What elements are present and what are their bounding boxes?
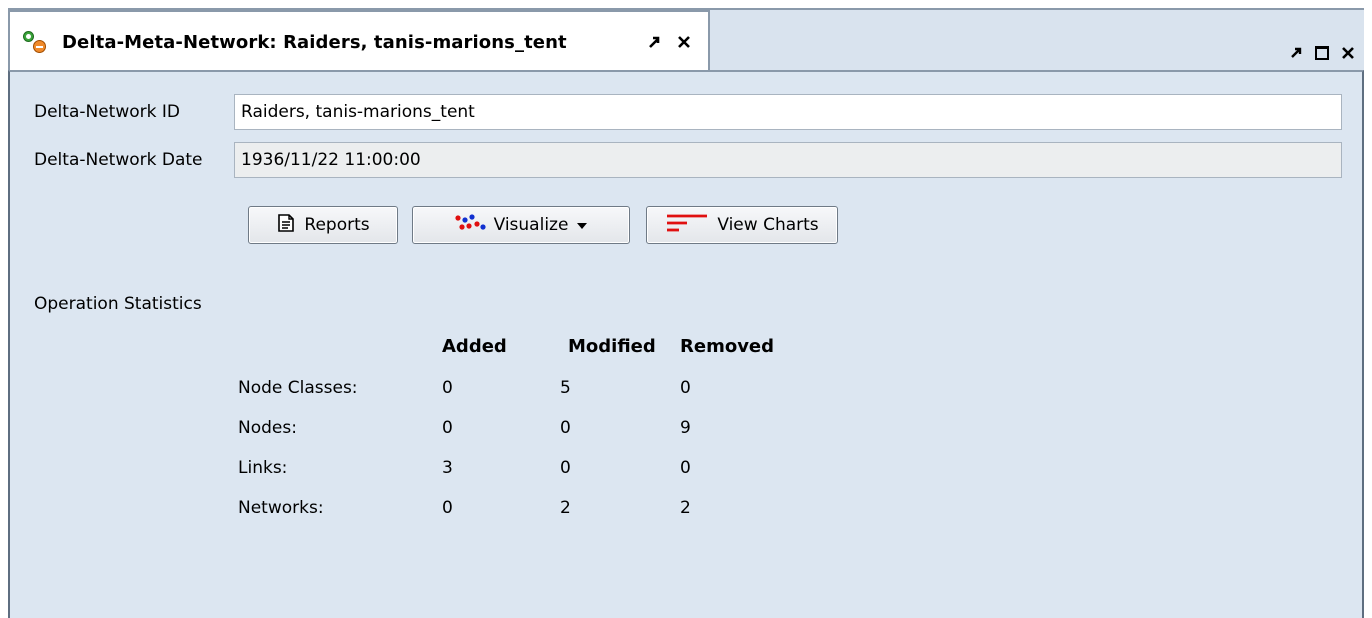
nodes-removed: 9 xyxy=(680,418,691,438)
node-classes-added: 0 xyxy=(442,378,453,398)
node-classes-removed: 0 xyxy=(680,378,691,398)
tab-delta-meta-network[interactable]: Delta-Meta-Network: Raiders, tanis-mario… xyxy=(8,10,710,72)
column-header-removed: Removed xyxy=(680,336,775,357)
visualize-label: Visualize xyxy=(493,215,569,235)
delta-network-id-label: Delta-Network ID xyxy=(34,102,180,122)
networks-added: 0 xyxy=(442,498,453,518)
networks-modified: 2 xyxy=(560,498,571,518)
row-label-node-classes: Node Classes: xyxy=(238,378,358,398)
chevron-down-icon xyxy=(576,215,588,235)
editor-window: Delta-Meta-Network: Raiders, tanis-mario… xyxy=(8,8,1364,618)
float-icon[interactable] xyxy=(1286,42,1306,64)
node-classes-modified: 5 xyxy=(560,378,571,398)
report-icon xyxy=(276,213,296,238)
reports-label: Reports xyxy=(304,215,370,235)
delta-network-date-field[interactable]: 1936/11/22 11:00:00 xyxy=(234,142,1342,178)
operation-statistics-label: Operation Statistics xyxy=(34,294,202,314)
column-header-modified: Modified xyxy=(568,336,656,357)
networks-removed: 2 xyxy=(680,498,691,518)
visualize-icon xyxy=(454,213,486,237)
reports-button[interactable]: Reports xyxy=(248,206,398,244)
close-icon[interactable] xyxy=(674,31,694,53)
tab-strip: Delta-Meta-Network: Raiders, tanis-mario… xyxy=(8,8,1364,72)
view-charts-label: View Charts xyxy=(717,215,819,235)
chart-icon xyxy=(665,212,709,239)
row-label-links: Links: xyxy=(238,458,288,478)
delta-network-icon xyxy=(22,29,48,55)
links-modified: 0 xyxy=(560,458,571,478)
view-charts-button[interactable]: View Charts xyxy=(646,206,838,244)
delta-network-panel: Delta-Network ID Raiders, tanis-marions_… xyxy=(8,70,1364,618)
delta-network-id-field[interactable]: Raiders, tanis-marions_tent xyxy=(234,94,1342,130)
float-icon[interactable] xyxy=(644,31,664,53)
visualize-button[interactable]: Visualize xyxy=(412,206,630,244)
delta-network-date-label: Delta-Network Date xyxy=(34,150,203,170)
frame-controls xyxy=(1286,42,1358,64)
row-label-nodes: Nodes: xyxy=(238,418,297,438)
maximize-icon[interactable] xyxy=(1312,42,1332,64)
nodes-added: 0 xyxy=(442,418,453,438)
links-added: 3 xyxy=(442,458,453,478)
tab-title: Delta-Meta-Network: Raiders, tanis-mario… xyxy=(62,31,567,53)
row-label-networks: Networks: xyxy=(238,498,324,518)
links-removed: 0 xyxy=(680,458,691,478)
nodes-modified: 0 xyxy=(560,418,571,438)
column-header-added: Added xyxy=(442,336,507,357)
close-icon[interactable] xyxy=(1338,42,1358,64)
